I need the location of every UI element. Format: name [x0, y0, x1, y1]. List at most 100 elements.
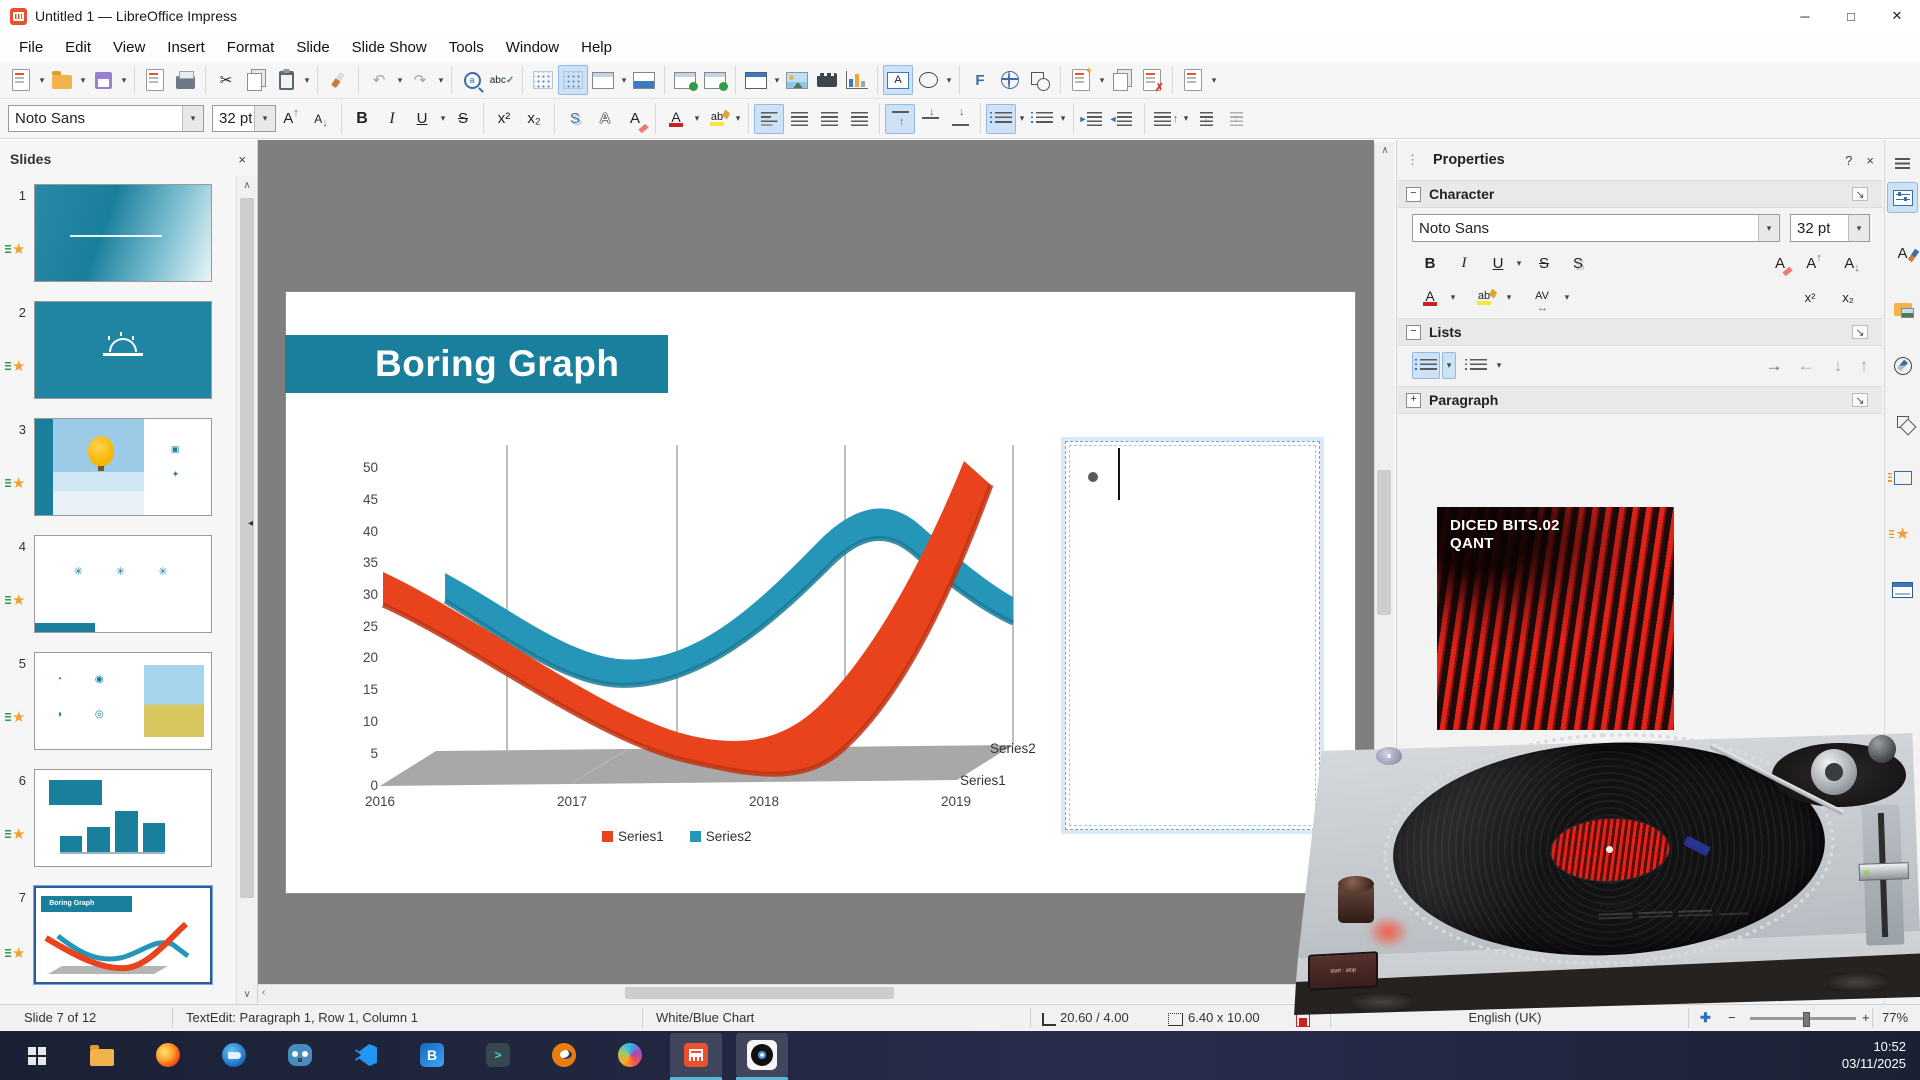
hyperlink-button[interactable]: [995, 65, 1025, 95]
start-from-current-slide-button[interactable]: [700, 65, 730, 95]
ordered-list-button[interactable]: [1027, 104, 1057, 134]
underline-button[interactable]: U: [407, 104, 437, 134]
fontwork-button[interactable]: F: [965, 65, 995, 95]
taskbar-b-app-icon[interactable]: B: [406, 1033, 458, 1077]
sidebar-italic-button[interactable]: I: [1450, 250, 1478, 277]
sidebar-underline-button[interactable]: U: [1484, 250, 1512, 277]
menu-view[interactable]: View: [102, 35, 156, 60]
sidebar-ordered-list-dropdown[interactable]: ▾: [1492, 352, 1506, 379]
new-slide-dropdown[interactable]: ▾: [1097, 75, 1107, 86]
italic-button[interactable]: I: [377, 104, 407, 134]
horizontal-scrollbar-thumb[interactable]: [625, 987, 894, 999]
ordered-list-dropdown[interactable]: ▾: [1058, 113, 1068, 124]
sidebar-subscript-button[interactable]: x₂: [1834, 284, 1862, 311]
sidebar-promote-button[interactable]: ←: [1792, 352, 1820, 379]
sidebar-font-color-button[interactable]: A: [1416, 284, 1444, 311]
undo-button[interactable]: ↶: [364, 65, 394, 95]
sidebar-demote-button[interactable]: →: [1760, 352, 1788, 379]
align-top-button[interactable]: ↑: [885, 104, 915, 134]
lists-section-header[interactable]: − Lists ↘: [1398, 318, 1882, 346]
character-collapse-icon[interactable]: −: [1406, 187, 1421, 202]
sidebar-clear-formatting-button[interactable]: A: [1766, 250, 1794, 277]
slide-thumbnail-3[interactable]: ▣✦: [34, 418, 212, 516]
display-views-dropdown[interactable]: ▾: [619, 75, 629, 86]
slide-7-animation-icon[interactable]: ★: [12, 944, 25, 962]
slide-thumbnail-6[interactable]: [34, 769, 212, 867]
menu-tools[interactable]: Tools: [438, 35, 495, 60]
align-left-button[interactable]: [754, 104, 784, 134]
font-color-dropdown[interactable]: ▾: [692, 113, 702, 124]
paragraph-dialog-launcher-icon[interactable]: ↘: [1852, 393, 1868, 407]
justify-button[interactable]: [844, 104, 874, 134]
slide-4-animation-icon[interactable]: ★: [12, 591, 25, 609]
decrease-paragraph-spacing-button[interactable]: ↓: [1221, 104, 1251, 134]
sidebar-move-up-button[interactable]: ↑: [1850, 352, 1878, 379]
pitch-fader[interactable]: [1862, 804, 1905, 945]
menu-insert[interactable]: Insert: [156, 35, 216, 60]
font-size-combobox[interactable]: 32 pt ▾: [212, 105, 276, 132]
export-pdf-button[interactable]: [140, 65, 170, 95]
shadow-button[interactable]: S: [560, 104, 590, 134]
sidebar-move-down-button[interactable]: ↓: [1824, 352, 1852, 379]
sidebar-character-spacing-dropdown[interactable]: ▾: [1560, 284, 1574, 311]
redo-button[interactable]: ↷: [405, 65, 435, 95]
sidebar-ordered-list-button[interactable]: [1462, 352, 1490, 379]
slide-2-animation-icon[interactable]: ★: [12, 357, 25, 375]
open-button[interactable]: [47, 65, 77, 95]
slide-5-animation-icon[interactable]: ★: [12, 708, 25, 726]
slide-thumbnail-1[interactable]: [34, 184, 212, 282]
menu-help[interactable]: Help: [570, 35, 623, 60]
sidebar-font-size-dropdown[interactable]: ▾: [1848, 215, 1869, 241]
sidebar-font-name-dropdown[interactable]: ▾: [1758, 215, 1779, 241]
menu-edit[interactable]: Edit: [54, 35, 102, 60]
menu-window[interactable]: Window: [495, 35, 570, 60]
decrease-font-size-button[interactable]: A↓: [306, 104, 336, 134]
taskbar-vscode-icon[interactable]: [340, 1033, 392, 1077]
highlight-color-button[interactable]: ab: [702, 104, 732, 134]
unordered-list-button[interactable]: [986, 104, 1016, 134]
sidebar-unordered-list-dropdown[interactable]: ▾: [1442, 352, 1456, 379]
sidebar-shadow-button[interactable]: S: [1564, 250, 1592, 277]
sidebar-tab-gallery[interactable]: [1887, 294, 1918, 325]
taskbar-firefox-icon[interactable]: [142, 1033, 194, 1077]
slide-thumbnail-4[interactable]: ✳✳✳: [34, 535, 212, 633]
insert-image-button[interactable]: [782, 65, 812, 95]
gallery-button[interactable]: [1025, 65, 1055, 95]
menu-format[interactable]: Format: [216, 35, 286, 60]
sidebar-underline-dropdown[interactable]: ▾: [1512, 250, 1526, 277]
taskbar-clock[interactable]: 10:52 03/11/2025: [1842, 1038, 1906, 1072]
spelling-button[interactable]: abc✓: [487, 65, 517, 95]
sidebar-tab-properties[interactable]: [1887, 182, 1918, 213]
new-slide-button[interactable]: [1066, 65, 1096, 95]
slides-panel-close-icon[interactable]: ×: [238, 152, 246, 167]
insert-table-button[interactable]: [741, 65, 771, 95]
lists-dialog-launcher-icon[interactable]: ↘: [1852, 325, 1868, 339]
sidebar-tab-shapes[interactable]: [1887, 406, 1918, 437]
insert-media-button[interactable]: [812, 65, 842, 95]
taskbar-krita-icon[interactable]: [604, 1033, 656, 1077]
sidebar-bold-button[interactable]: B: [1416, 250, 1444, 277]
bold-button[interactable]: B: [347, 104, 377, 134]
font-size-dropdown[interactable]: ▾: [254, 106, 275, 131]
taskbar-music-player-icon-active[interactable]: [736, 1033, 788, 1077]
delete-slide-button[interactable]: [1137, 65, 1167, 95]
menu-file[interactable]: File: [8, 35, 54, 60]
taskbar-impress-icon-active[interactable]: [670, 1033, 722, 1077]
clone-formatting-button[interactable]: [323, 65, 353, 95]
slide-properties-dropdown[interactable]: ▾: [1209, 75, 1219, 86]
sidebar-tab-navigator[interactable]: [1887, 350, 1918, 381]
basic-shapes-button[interactable]: [913, 65, 943, 95]
character-section-header[interactable]: − Character ↘: [1398, 180, 1882, 208]
snap-to-grid-button[interactable]: [558, 65, 588, 95]
menu-slide-show[interactable]: Slide Show: [341, 35, 438, 60]
cut-button[interactable]: ✂: [211, 65, 241, 95]
counterweight[interactable]: [1868, 735, 1896, 763]
find-replace-button[interactable]: a: [457, 65, 487, 95]
chart-object[interactable]: 50 45 40 35 30 25 20 15 10 5 0 2016 2017…: [350, 445, 1050, 865]
line-spacing-dropdown[interactable]: ▾: [1181, 113, 1191, 124]
slides-scroll-up-icon[interactable]: ∧: [237, 180, 257, 191]
sidebar-increase-size-button[interactable]: A↑: [1800, 250, 1828, 277]
start-stop-button[interactable]: start · stop: [1308, 951, 1378, 991]
open-dropdown[interactable]: ▾: [78, 75, 88, 86]
save-dropdown[interactable]: ▾: [119, 75, 129, 86]
